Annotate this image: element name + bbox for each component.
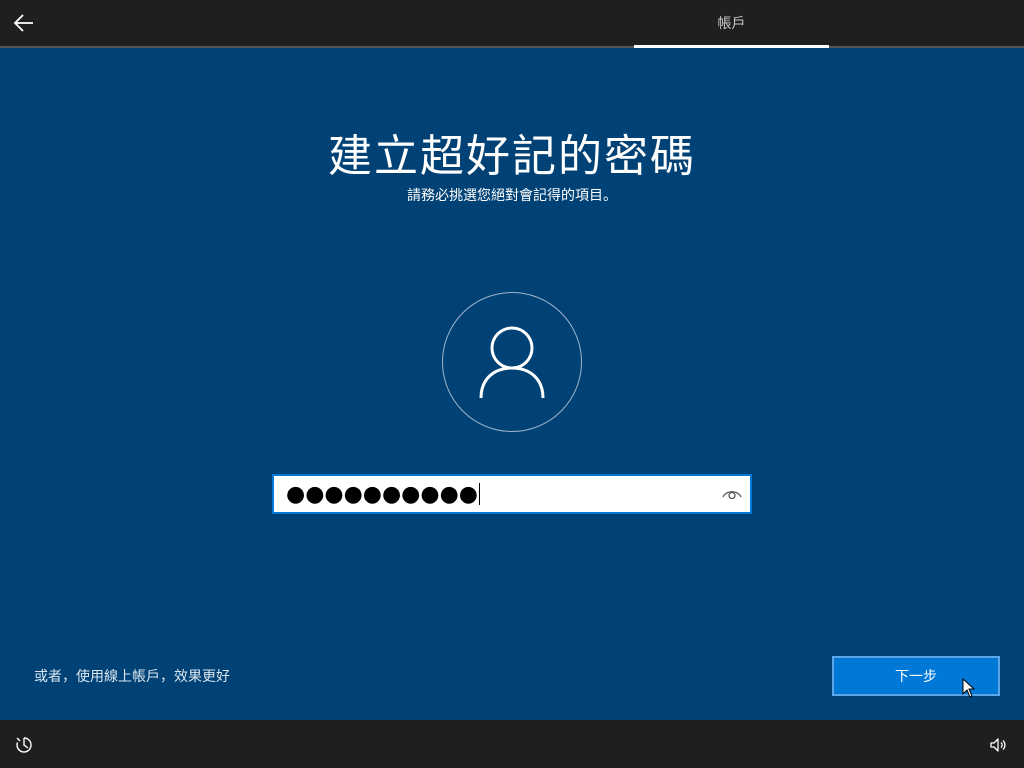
arrow-left-icon [13,14,33,32]
tab-accounts[interactable]: 帳戶 [634,0,829,46]
ease-of-access-icon [16,737,32,753]
avatar [442,292,582,432]
ease-of-access-button[interactable] [14,735,34,755]
mouse-pointer-icon [962,678,976,698]
top-bar: 帳戶 [0,0,1024,48]
page-title: 建立超好記的密碼 [328,131,696,182]
page-subtitle: 請務必挑選您絕對會記得的項目。 [407,188,617,204]
bottom-bar [0,720,1024,768]
back-button[interactable] [10,9,38,37]
user-icon [479,326,545,399]
text-caret [478,483,480,505]
reveal-password-button[interactable] [720,482,744,506]
volume-button[interactable] [988,735,1008,755]
password-field[interactable]: ●●●●●●●●●● [272,474,752,514]
password-masked-value: ●●●●●●●●●● [286,481,478,507]
volume-icon [990,738,1006,752]
main-panel: 建立超好記的密碼 請務必挑選您絕對會記得的項目。 ●●●●●●●●●● 或者，使… [0,48,1024,720]
online-account-link[interactable]: 或者，使用線上帳戶，效果更好 [34,666,230,686]
eye-icon [722,491,742,500]
